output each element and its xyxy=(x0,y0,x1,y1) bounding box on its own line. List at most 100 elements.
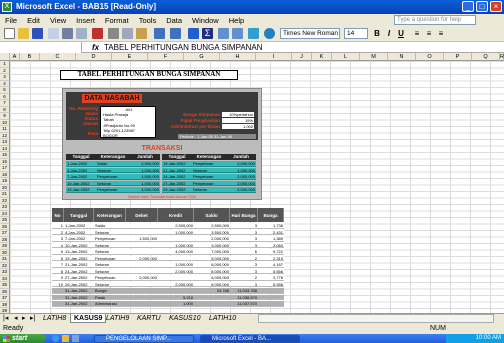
summary-cell[interactable] xyxy=(194,294,230,300)
trans-cell[interactable]: 13-Jan-2002 xyxy=(66,187,96,193)
trans-cell[interactable]: Setoran xyxy=(192,167,226,173)
customer-details-box[interactable]: A01 Hasta Prasaja Tabah JlPradjanto No.9… xyxy=(100,106,156,138)
value-administrasi[interactable]: 1,000 xyxy=(222,124,254,129)
trans-cell[interactable]: Penyetoran xyxy=(192,174,226,180)
interest-table-cell[interactable]: Setoran xyxy=(94,249,126,255)
italic-button[interactable]: I xyxy=(384,28,394,39)
trans-cell[interactable]: 1,500,000 xyxy=(130,174,160,180)
interest-table-cell[interactable]: 3 xyxy=(230,262,258,268)
trans-cell[interactable]: 2,500,000 xyxy=(130,161,160,167)
trans-cell[interactable]: 21-Jan-2002 xyxy=(162,167,192,173)
summary-cell[interactable] xyxy=(258,301,284,307)
interest-table-cell[interactable] xyxy=(158,255,194,261)
tab-latih8[interactable]: LATIH8 xyxy=(40,314,69,323)
column-header-g[interactable]: G xyxy=(184,53,220,61)
new-icon[interactable] xyxy=(4,28,15,39)
interest-table-cell[interactable]: 3 xyxy=(52,236,64,242)
interest-table-cell[interactable] xyxy=(126,262,158,268)
summary-cell[interactable]: 31-Jan-2002 xyxy=(64,288,94,294)
tab-latih9[interactable]: LATIH9 xyxy=(103,314,132,323)
column-header-e[interactable]: E xyxy=(112,53,148,61)
summary-cell[interactable]: 5,218 xyxy=(158,294,194,300)
trans-cell[interactable]: Penyetoran xyxy=(96,174,130,180)
prev-sheet-icon[interactable]: ◂ xyxy=(14,315,18,323)
interest-table-cell[interactable]: Setoran xyxy=(94,262,126,268)
interest-table-cell[interactable]: 2 xyxy=(230,255,258,261)
interest-table-cell[interactable]: 2,500,000 xyxy=(194,223,230,229)
trans-cell[interactable]: 2,000,000 xyxy=(226,174,256,180)
trans-cell[interactable]: 10-Jan-2002 xyxy=(66,180,96,186)
column-header-o[interactable]: O xyxy=(416,53,444,61)
interest-table-cell[interactable]: 7,000,000 xyxy=(194,249,230,255)
interest-table-cell[interactable]: 13-Jan-2002 xyxy=(64,249,94,255)
column-header-p[interactable]: P xyxy=(444,53,472,61)
interest-table-cell[interactable]: Penyetoran xyxy=(94,275,126,281)
summary-cell[interactable]: 1,000 xyxy=(158,301,194,307)
bold-button[interactable]: B xyxy=(372,28,382,39)
column-header-q[interactable]: Q xyxy=(472,53,500,61)
trans-cell[interactable]: 7-Jan-2002 xyxy=(66,174,96,180)
trans-cell[interactable]: 27-Jan-2002 xyxy=(162,180,192,186)
horizontal-scrollbar[interactable] xyxy=(258,314,494,323)
save-icon[interactable] xyxy=(32,28,43,39)
interest-table-cell[interactable]: 3 xyxy=(230,223,258,229)
summary-cell[interactable]: 31-Jan-2002 xyxy=(64,301,94,307)
interest-table-cell[interactable]: 1-Jan-2002 xyxy=(64,223,94,229)
hyperlink-icon[interactable] xyxy=(188,28,199,39)
summary-cell[interactable] xyxy=(126,288,158,294)
interest-table-cell[interactable]: 2,778 xyxy=(258,275,284,281)
interest-table-cell[interactable]: 21-Jan-2002 xyxy=(64,262,94,268)
menu-data[interactable]: Data xyxy=(161,16,187,25)
interest-table-cell[interactable]: 10-Jan-2002 xyxy=(64,242,94,248)
menu-window[interactable]: Window xyxy=(187,16,224,25)
interest-table-cell[interactable]: 27-Jan-2002 xyxy=(64,275,94,281)
interest-table-cell[interactable]: 1,389 xyxy=(258,236,284,242)
summary-cell[interactable] xyxy=(258,288,284,294)
summary-cell[interactable] xyxy=(158,288,194,294)
tab-latih10[interactable]: LATIH10 xyxy=(206,314,239,323)
font-size-select[interactable]: 14 xyxy=(344,28,368,39)
interest-table-cell[interactable]: Setoran xyxy=(94,229,126,235)
interest-table-cell[interactable]: 2,000,000 xyxy=(126,275,158,281)
column-header-f[interactable]: F xyxy=(148,53,184,61)
sheet-title-cell[interactable]: TABEL PERHITUNGAN BUNGA SIMPANAN xyxy=(60,70,238,80)
interest-table-cell[interactable]: 3 xyxy=(230,229,258,235)
interest-table-cell[interactable]: 2,000,000 xyxy=(126,255,158,261)
summary-cell[interactable]: 34,788 xyxy=(194,288,230,294)
trans-cell[interactable]: Setoran xyxy=(96,167,130,173)
summary-cell[interactable]: 11,037,570 xyxy=(230,301,258,307)
trans-cell[interactable]: 1,000,000 xyxy=(130,180,160,186)
trans-cell[interactable]: Setoran xyxy=(96,180,130,186)
font-name-select[interactable]: Times New Roman xyxy=(280,28,340,39)
last-sheet-icon[interactable]: ▸| xyxy=(30,315,35,323)
trans-cell[interactable]: Penyetoran xyxy=(96,187,130,193)
interest-table-cell[interactable]: 2 xyxy=(230,275,258,281)
interest-table-cell[interactable]: Penyetoran xyxy=(94,255,126,261)
print-icon[interactable] xyxy=(62,28,73,39)
open-icon[interactable] xyxy=(18,28,29,39)
summary-cell[interactable] xyxy=(194,301,230,307)
interest-table-cell[interactable]: 3 xyxy=(230,242,258,248)
trans-cell[interactable]: Saldo xyxy=(96,161,130,167)
align-right-icon[interactable]: ≡ xyxy=(436,28,446,39)
trans-cell[interactable]: 24-Jan-2002 xyxy=(162,174,192,180)
interest-table-cell[interactable]: 1 xyxy=(52,223,64,229)
interest-table-cell[interactable]: 5,000,000 xyxy=(194,255,230,261)
interest-table-cell[interactable]: 24-Jan-2002 xyxy=(64,268,94,274)
menu-file[interactable]: File xyxy=(0,16,22,25)
interest-table-cell[interactable]: 4,000,000 xyxy=(158,249,194,255)
interest-table-cell[interactable]: 1,500,000 xyxy=(126,236,158,242)
interest-table-cell[interactable]: 3 xyxy=(230,281,258,287)
interest-table-cell[interactable]: 2 xyxy=(52,229,64,235)
column-header-i[interactable]: I xyxy=(256,53,292,61)
interest-table-cell[interactable]: 2,431 xyxy=(258,229,284,235)
media-quicklaunch-icon[interactable] xyxy=(72,335,79,342)
summary-cell[interactable]: Administrasi xyxy=(94,301,126,307)
menu-help[interactable]: Help xyxy=(224,16,249,25)
next-sheet-icon[interactable]: ▸ xyxy=(22,315,26,323)
interest-table-cell[interactable]: 2,000,000 xyxy=(194,236,230,242)
interest-table-cell[interactable]: 4-Jan-2002 xyxy=(64,229,94,235)
paste-icon[interactable] xyxy=(136,28,147,39)
interest-table-cell[interactable]: Setoran xyxy=(94,268,126,274)
summary-cell[interactable]: 11,043,788 xyxy=(230,288,258,294)
